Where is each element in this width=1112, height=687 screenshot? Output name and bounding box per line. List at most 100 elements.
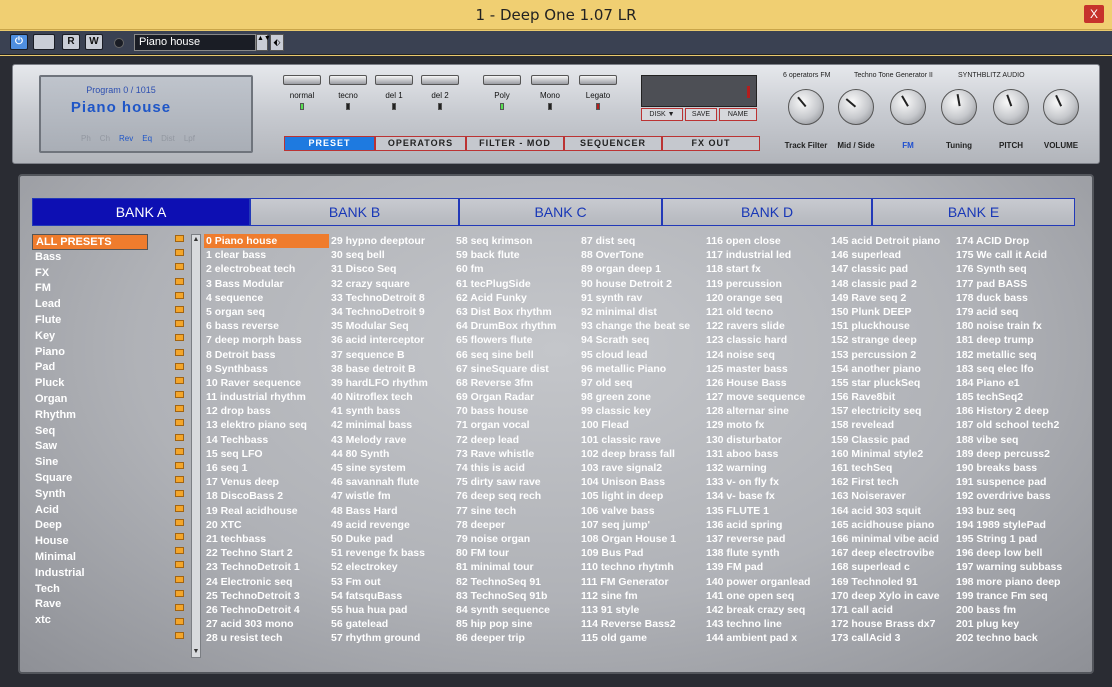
preset-item[interactable]: 51 revenge fx bass (329, 546, 454, 560)
preset-item[interactable]: 144 ambient pad x (704, 631, 829, 645)
read-automation-button[interactable]: R (62, 34, 80, 50)
preset-item[interactable]: 118 start fx (704, 262, 829, 276)
preset-item[interactable]: 165 acidhouse piano (829, 518, 954, 532)
preset-item[interactable]: 186 History 2 deep (954, 404, 1079, 418)
preset-item[interactable]: 102 deep brass fall (579, 447, 704, 461)
preset-item[interactable]: 75 dirty saw rave (454, 475, 579, 489)
preset-item[interactable]: 42 minimal bass (329, 418, 454, 432)
preset-item[interactable]: 18 DiscoBass 2 (204, 489, 329, 503)
preset-item[interactable]: 114 Reverse Bass2 (579, 617, 704, 631)
knob-volume[interactable] (1043, 89, 1079, 125)
preset-item[interactable]: 122 ravers slide (704, 319, 829, 333)
folder-icon[interactable] (175, 589, 184, 597)
folder-icon[interactable] (175, 490, 184, 498)
preset-item[interactable]: 136 acid spring (704, 518, 829, 532)
preset-item[interactable]: 46 savannah flute (329, 475, 454, 489)
preset-item[interactable]: 184 Piano e1 (954, 376, 1079, 390)
preset-item[interactable]: 180 noise train fx (954, 319, 1079, 333)
preset-item[interactable]: 191 suspence pad (954, 475, 1079, 489)
preset-item[interactable]: 142 break crazy seq (704, 603, 829, 617)
preset-item[interactable]: 161 techSeq (829, 461, 954, 475)
preset-item[interactable]: 112 sine fm (579, 589, 704, 603)
folder-icon[interactable] (175, 476, 184, 484)
preset-item[interactable]: 202 techno back (954, 631, 1079, 645)
mode-button-del-2[interactable] (421, 75, 459, 85)
preset-item[interactable]: 6 bass reverse (204, 319, 329, 333)
preset-item[interactable]: 76 deep seq rech (454, 489, 579, 503)
preset-item[interactable]: 47 wistle fm (329, 489, 454, 503)
preset-item[interactable]: 152 strange deep (829, 333, 954, 347)
preset-item[interactable]: 193 buz seq (954, 504, 1079, 518)
category-item[interactable]: Industrial (32, 566, 148, 582)
preset-item[interactable]: 199 trance Fm seq (954, 589, 1079, 603)
preset-item[interactable]: 153 percussion 2 (829, 348, 954, 362)
folder-icon[interactable] (175, 561, 184, 569)
preset-item[interactable]: 173 callAcid 3 (829, 631, 954, 645)
tab-bank-a[interactable]: BANK A (32, 198, 250, 226)
tab-bank-c[interactable]: BANK C (459, 198, 662, 226)
preset-item[interactable]: 137 reverse pad (704, 532, 829, 546)
preset-item[interactable]: 178 duck bass (954, 291, 1079, 305)
preset-item[interactable]: 169 Technoled 91 (829, 575, 954, 589)
category-item[interactable]: FM (32, 281, 148, 297)
preset-item[interactable]: 107 seq jump' (579, 518, 704, 532)
preset-item[interactable]: 41 synth bass (329, 404, 454, 418)
mode-button-poly[interactable] (483, 75, 521, 85)
preset-item[interactable]: 160 Minimal style2 (829, 447, 954, 461)
folder-icon[interactable] (175, 518, 184, 526)
preset-item[interactable]: 116 open close (704, 234, 829, 248)
preset-item[interactable]: 45 sine system (329, 461, 454, 475)
mode-button-del-1[interactable] (375, 75, 413, 85)
tab-preset[interactable]: PRESET (284, 136, 375, 151)
folder-icon[interactable] (175, 376, 184, 384)
category-item[interactable]: Tech (32, 582, 148, 598)
folder-icon[interactable] (175, 433, 184, 441)
preset-item[interactable]: 176 Synth seq (954, 262, 1079, 276)
preset-item[interactable]: 65 flowers flute (454, 333, 579, 347)
category-item[interactable]: Flute (32, 313, 148, 329)
preset-item[interactable]: 40 Nitroflex tech (329, 390, 454, 404)
preset-item[interactable]: 159 Classic pad (829, 433, 954, 447)
folder-icon[interactable] (175, 391, 184, 399)
preset-item[interactable]: 121 old tecno (704, 305, 829, 319)
preset-item[interactable]: 134 v- base fx (704, 489, 829, 503)
preset-item[interactable]: 0 Piano house (204, 234, 329, 249)
preset-item[interactable]: 79 noise organ (454, 532, 579, 546)
folder-icon[interactable] (175, 547, 184, 555)
preset-item[interactable]: 17 Venus deep (204, 475, 329, 489)
preset-item[interactable]: 23 TechnoDetroit 1 (204, 560, 329, 574)
preset-item[interactable]: 44 80 Synth (329, 447, 454, 461)
knob-pitch[interactable] (993, 89, 1029, 125)
folder-icon[interactable] (175, 405, 184, 413)
preset-item[interactable]: 22 Techno Start 2 (204, 546, 329, 560)
preset-item[interactable]: 35 Modular Seq (329, 319, 454, 333)
preset-item[interactable]: 55 hua hua pad (329, 603, 454, 617)
folder-icon[interactable] (175, 618, 184, 626)
folder-icon[interactable] (175, 362, 184, 370)
preset-item[interactable]: 115 old game (579, 631, 704, 645)
tab-fx-out[interactable]: FX OUT (662, 136, 760, 151)
preset-item[interactable]: 155 star pluckSeq (829, 376, 954, 390)
category-item[interactable]: Synth (32, 487, 148, 503)
preset-item[interactable]: 130 disturbator (704, 433, 829, 447)
preset-item[interactable]: 85 hip pop sine (454, 617, 579, 631)
category-item[interactable]: Rave (32, 597, 148, 613)
preset-item[interactable]: 194 1989 stylePad (954, 518, 1079, 532)
preset-item[interactable]: 19 Real acidhouse (204, 504, 329, 518)
tab-operators[interactable]: OPERATORS (375, 136, 466, 151)
preset-item[interactable]: 87 dist seq (579, 234, 704, 248)
preset-item[interactable]: 9 Synthbass (204, 362, 329, 376)
preset-item[interactable]: 77 sine tech (454, 504, 579, 518)
preset-item[interactable]: 89 organ deep 1 (579, 262, 704, 276)
preset-item[interactable]: 49 acid revenge (329, 518, 454, 532)
preset-item[interactable]: 60 fm (454, 262, 579, 276)
name-button[interactable]: NAME (719, 108, 757, 121)
preset-item[interactable]: 5 organ seq (204, 305, 329, 319)
preset-item[interactable]: 62 Acid Funky (454, 291, 579, 305)
category-item[interactable]: Square (32, 471, 148, 487)
preset-item[interactable]: 67 sineSquare dist (454, 362, 579, 376)
preset-item[interactable]: 105 light in deep (579, 489, 704, 503)
preset-item[interactable]: 97 old seq (579, 376, 704, 390)
preset-item[interactable]: 73 Rave whistle (454, 447, 579, 461)
preset-item[interactable]: 163 Noiseraver (829, 489, 954, 503)
